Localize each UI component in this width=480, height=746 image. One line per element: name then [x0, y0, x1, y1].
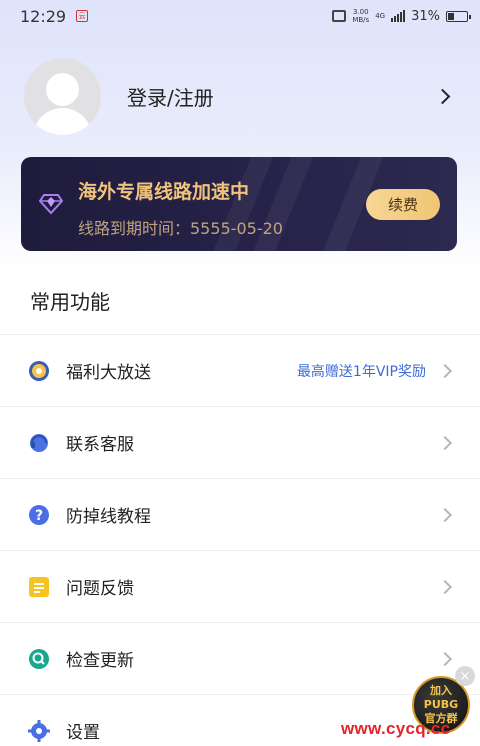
menu-item-label: 问题反馈	[66, 579, 134, 599]
vibrate-icon	[332, 10, 347, 22]
battery-icon	[446, 10, 471, 22]
chevron-right-icon	[437, 507, 453, 522]
chevron-right-icon	[437, 363, 453, 378]
vip-expire-date: 线路到期时间：5555-05-20	[78, 219, 283, 238]
menu-item-feedback[interactable]: 问题反馈	[0, 550, 480, 622]
watermark: www.cycq.cc	[341, 719, 451, 738]
svg-text:?: ?	[35, 508, 43, 524]
chevron-right-icon	[437, 579, 453, 594]
network-speed-unit: MB/s	[352, 16, 370, 24]
vip-line-card: 海外专属线路加速中 线路到期时间：5555-05-20 续费	[21, 157, 457, 251]
chevron-right-icon	[437, 435, 453, 450]
menu-item-promo: 最高赠送1年VIP奖励	[296, 363, 426, 380]
menu-item-check-update[interactable]: 检查更新	[0, 622, 480, 694]
diamond-icon	[39, 194, 63, 215]
status-time: 12:29	[20, 6, 67, 26]
menu-item-label: 检查更新	[66, 651, 134, 671]
menu-item-welfare[interactable]: 福利大放送 最高赠送1年VIP奖励	[0, 334, 480, 406]
function-menu: 福利大放送 最高赠送1年VIP奖励 联系客服 ? 防掉线教程 问题反馈 检查更新	[0, 334, 480, 746]
menu-item-label: 防掉线教程	[66, 507, 151, 527]
search-update-icon	[28, 648, 50, 670]
close-icon[interactable]: ×	[455, 666, 475, 686]
feedback-icon	[28, 576, 50, 598]
status-indicators: 3.00 MB/s 4G 31%	[332, 8, 471, 24]
customer-service-icon	[28, 432, 50, 454]
vip-title: 海外专属线路加速中	[78, 181, 250, 203]
badge-line: PUBG	[423, 698, 459, 711]
menu-item-customer-service[interactable]: 联系客服	[0, 406, 480, 478]
network-speed-value: 3.00	[352, 8, 369, 16]
notification-app-icon: 云	[76, 10, 89, 22]
menu-item-label: 联系客服	[66, 435, 134, 455]
badge-line: 加入	[430, 684, 452, 697]
avatar[interactable]	[24, 57, 101, 135]
chevron-right-icon[interactable]	[434, 88, 451, 104]
profile-login-row[interactable]: 登录/注册	[24, 57, 456, 135]
chevron-right-icon	[437, 651, 453, 666]
menu-item-label: 福利大放送	[66, 363, 151, 383]
network-speed: 3.00 MB/s	[352, 8, 369, 24]
login-register-label[interactable]: 登录/注册	[127, 82, 214, 111]
signal-icon	[391, 10, 406, 22]
menu-item-label: 设置	[66, 723, 100, 743]
menu-item-tutorial[interactable]: ? 防掉线教程	[0, 478, 480, 550]
signal-type: 4G	[375, 12, 386, 20]
section-title: 常用功能	[30, 290, 110, 314]
renew-button[interactable]: 续费	[366, 189, 440, 220]
battery-percent: 31%	[411, 8, 440, 24]
gift-badge-icon	[28, 360, 50, 382]
question-icon: ?	[28, 504, 50, 526]
status-bar: 12:29 云 3.00 MB/s 4G 31%	[0, 0, 480, 32]
gear-icon	[28, 719, 50, 742]
